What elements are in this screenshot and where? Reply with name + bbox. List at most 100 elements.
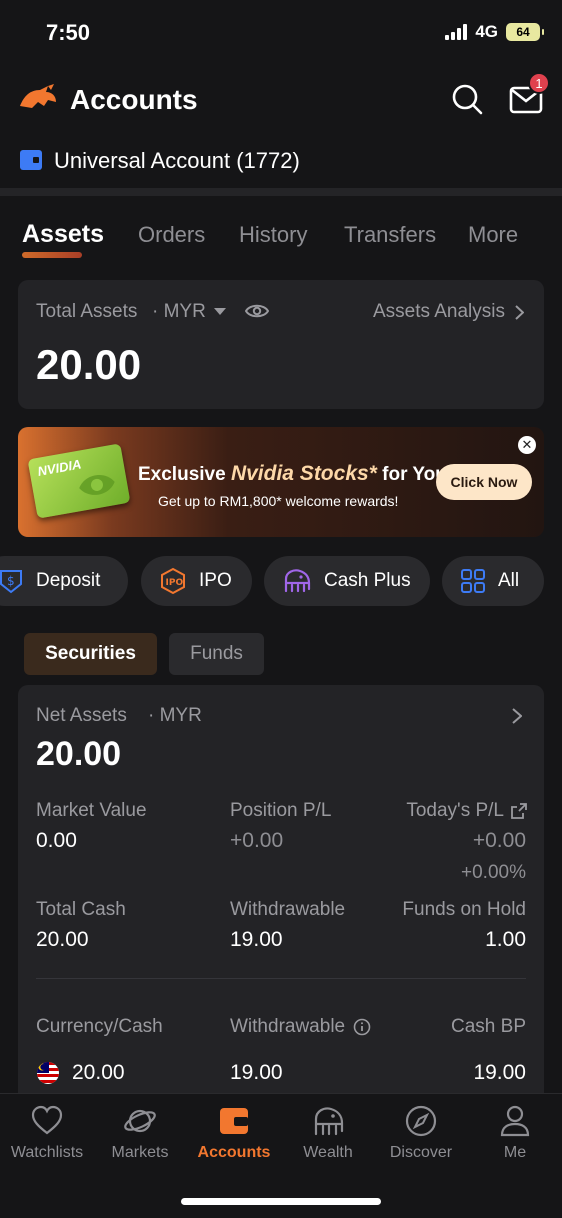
nav-markets[interactable]: Markets [93, 1104, 187, 1162]
person-icon [500, 1105, 530, 1137]
all-label: All [498, 570, 520, 591]
tab-securities[interactable]: Securities [24, 633, 157, 675]
nav-discover[interactable]: Discover [374, 1104, 468, 1162]
withdrawable-col-label: Withdrawable [230, 1016, 346, 1037]
todays-pl-value: +0.00 [472, 829, 526, 852]
nav-label-wealth: Wealth [303, 1144, 353, 1161]
ipo-label: IPO [199, 570, 232, 591]
caret-down-icon [213, 308, 226, 315]
nav-watchlists[interactable]: Watchlists [0, 1104, 94, 1162]
notification-badge: 1 [528, 72, 550, 94]
network-label: 4G [475, 22, 498, 41]
banner-title: Exclusive Nvidia Stocks* for You! [138, 462, 453, 486]
ipo-button[interactable]: IPO IPO [141, 556, 252, 606]
tab-more[interactable]: More [468, 222, 518, 248]
tab-transfers[interactable]: Transfers [344, 222, 436, 248]
myr-cash-bp-value: 19.00 [473, 1061, 526, 1084]
status-indicators: 4G 64 [445, 22, 544, 42]
nav-label-discover: Discover [389, 1144, 453, 1161]
nav-accounts[interactable]: Accounts [187, 1104, 281, 1162]
myr-cash-value: 20.00 [72, 1061, 125, 1084]
position-pl-label: Position P/L [230, 800, 332, 821]
funds-on-hold-label: Funds on Hold [402, 899, 526, 920]
nav-label-watchlists: Watchlists [10, 1144, 84, 1161]
elephant-icon [314, 1107, 344, 1136]
elephant-icon [284, 569, 311, 593]
malaysia-flag-icon [37, 1062, 59, 1084]
nvidia-eye-icon [79, 475, 115, 495]
all-button[interactable]: All [442, 556, 544, 606]
account-selector[interactable]: Universal Account (1772) [0, 138, 562, 184]
total-cash-value: 20.00 [36, 928, 89, 951]
bull-logo-icon [20, 84, 56, 108]
status-bar: 7:50 4G 64 [0, 0, 562, 70]
tab-assets[interactable]: Assets [22, 220, 104, 249]
position-pl-value: +0.00 [230, 829, 284, 852]
info-icon [353, 1018, 371, 1036]
tab-history[interactable]: History [239, 222, 307, 248]
withdrawable-header[interactable]: Withdrawable [230, 1016, 371, 1038]
currency-label: · MYR [152, 301, 206, 322]
market-value: 0.00 [36, 829, 77, 852]
funds-on-hold-value: 1.00 [485, 928, 526, 951]
battery-level: 64 [516, 25, 530, 39]
svg-text:$: $ [7, 574, 15, 588]
nav-label-me: Me [503, 1144, 527, 1161]
page-title: Accounts [70, 84, 198, 115]
search-icon[interactable] [450, 82, 484, 116]
banner-title-prefix: Exclusive [138, 464, 231, 485]
heart-icon [31, 1105, 63, 1135]
share-icon [511, 803, 527, 819]
svg-text:IPO: IPO [166, 578, 184, 588]
tab-funds[interactable]: Funds [169, 633, 264, 675]
myr-withdrawable-value: 19.00 [230, 1061, 283, 1084]
promo-banner[interactable]: NVIDIA Exclusive Nvidia Stocks* for You!… [18, 427, 544, 537]
todays-pl-label: Today's P/L [406, 800, 504, 821]
cash-plus-button[interactable]: Cash Plus [264, 556, 430, 606]
net-assets-currency: · MYR [148, 705, 202, 726]
signal-icon [445, 24, 468, 40]
home-indicator [181, 1198, 381, 1205]
deposit-button[interactable]: $ Deposit [0, 556, 128, 606]
tab-orders[interactable]: Orders [138, 222, 205, 248]
wallet-icon [220, 1108, 248, 1134]
total-assets-card: Total Assets · MYR Assets Analysis 20.00 [18, 280, 544, 409]
nav-label-accounts: Accounts [197, 1144, 271, 1161]
banner-subtitle: Get up to RM1,800* welcome rewards! [158, 493, 399, 509]
nav-label-markets: Markets [111, 1144, 169, 1161]
withdrawable-value: 19.00 [230, 928, 283, 951]
active-tab-indicator [22, 252, 82, 258]
grid-icon [461, 569, 485, 593]
battery-icon: 64 [506, 23, 544, 41]
securities-card: Net Assets · MYR 20.00 Market Value 0.00… [18, 685, 544, 1105]
currency-selector[interactable]: · MYR [152, 301, 226, 323]
banner-title-highlight: Nvidia Stocks* [230, 462, 377, 485]
planet-icon [124, 1109, 156, 1133]
nav-me[interactable]: Me [468, 1104, 562, 1162]
card-divider [36, 978, 526, 979]
wallet-icon [20, 150, 42, 170]
assets-analysis-label: Assets Analysis [373, 301, 505, 322]
nav-wealth[interactable]: Wealth [281, 1104, 375, 1162]
account-tabs: Assets Orders History Transfers More [0, 220, 562, 272]
deposit-label: Deposit [36, 570, 101, 591]
close-icon[interactable]: ✕ [518, 436, 536, 454]
total-assets-label: Total Assets [36, 301, 138, 322]
app-header: Accounts [0, 70, 562, 130]
click-now-button[interactable]: Click Now [436, 464, 532, 500]
total-cash-label: Total Cash [36, 899, 126, 920]
net-assets-value: 20.00 [36, 735, 122, 773]
todays-pl-percent: +0.00% [461, 862, 526, 883]
status-time: 7:50 [46, 20, 91, 45]
assets-analysis-link[interactable]: Assets Analysis [373, 301, 524, 323]
section-divider [0, 188, 562, 196]
ipo-icon: IPO [161, 567, 185, 595]
currency-cash-label: Currency/Cash [36, 1016, 163, 1037]
market-value-label: Market Value [36, 800, 147, 821]
todays-pl-header[interactable]: Today's P/L [406, 800, 528, 822]
eye-icon[interactable] [245, 302, 269, 320]
chevron-right-icon [515, 304, 524, 320]
chevron-right-icon[interactable] [512, 708, 522, 724]
deposit-icon: $ [0, 570, 22, 594]
net-assets-label: Net Assets [36, 705, 127, 726]
